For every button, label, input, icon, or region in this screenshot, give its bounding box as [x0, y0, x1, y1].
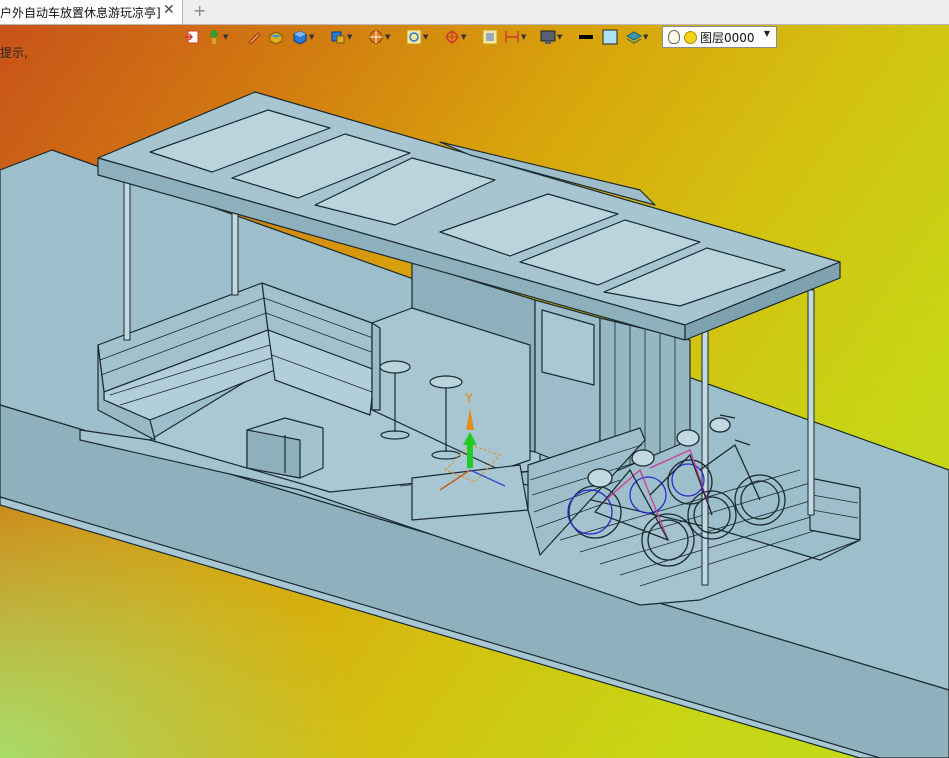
line-style-button[interactable] — [578, 27, 594, 47]
layer-name: 图层0000 — [700, 30, 755, 45]
dimension-icon — [504, 29, 520, 45]
zoom-button[interactable]: ▼ — [406, 27, 428, 47]
color-swatch-icon — [602, 29, 618, 45]
status-hint: 提示, — [0, 46, 28, 60]
chevron-down-icon[interactable]: ▼ — [423, 33, 428, 41]
layers-icon — [625, 29, 643, 45]
view-fit-button[interactable] — [482, 27, 498, 47]
cube-stack-icon — [330, 29, 346, 45]
sun-icon[interactable] — [684, 30, 697, 44]
sphere-orange-icon — [368, 29, 384, 45]
axis-y-label: Y — [464, 392, 473, 407]
sketch-button[interactable] — [246, 27, 262, 47]
lamp-button[interactable]: ▼ — [206, 27, 228, 47]
tab-bar: 户外自动车放置休息游玩凉亭] ✕ + — [0, 0, 949, 25]
dimension-button[interactable]: ▼ — [504, 27, 526, 47]
solid-button[interactable]: ▼ — [292, 27, 314, 47]
render-button[interactable]: ▼ — [368, 27, 390, 47]
tab-title: 户外自动车放置休息游玩凉亭] — [0, 6, 161, 20]
display-button[interactable]: ▼ — [540, 27, 562, 47]
view-fit-icon — [482, 29, 498, 45]
tab-document[interactable]: 户外自动车放置休息游玩凉亭] ✕ — [0, 0, 183, 24]
chevron-down-icon[interactable]: ▼ — [764, 29, 770, 38]
3d-viewport[interactable]: Y 提示, ▼ ▼ ▼ ▼ ▼ ▼ ▼ ▼ ▼ 图层0000 ▼ — [0, 0, 949, 758]
cube-blue-icon — [292, 29, 308, 45]
zoom-frame-icon — [406, 29, 422, 45]
add-tab-button[interactable]: + — [193, 1, 206, 20]
layers-button[interactable]: ▼ — [625, 27, 648, 47]
chevron-down-icon[interactable]: ▼ — [557, 33, 562, 41]
pencil-icon — [246, 29, 262, 45]
chevron-down-icon[interactable]: ▼ — [521, 33, 526, 41]
box-yellow-icon — [268, 29, 284, 45]
import-icon — [184, 29, 200, 45]
rotate-axis-icon — [444, 29, 460, 45]
color-button[interactable] — [602, 27, 618, 47]
monitor-icon — [540, 29, 556, 45]
import-button[interactable] — [184, 27, 200, 47]
close-icon[interactable]: ✕ — [163, 2, 175, 18]
line-black-icon — [578, 29, 594, 45]
rotate-button[interactable]: ▼ — [444, 27, 466, 47]
layer-select[interactable]: 图层0000 ▼ — [662, 26, 777, 48]
chevron-down-icon[interactable]: ▼ — [385, 33, 390, 41]
box-button[interactable] — [268, 27, 284, 47]
chevron-down-icon[interactable]: ▼ — [309, 33, 314, 41]
lamp-icon — [206, 29, 222, 45]
bulb-icon[interactable] — [668, 30, 680, 44]
chevron-down-icon[interactable]: ▼ — [461, 33, 466, 41]
chevron-down-icon[interactable]: ▼ — [643, 33, 648, 41]
3d-model-view[interactable]: Y — [0, 0, 949, 758]
right-planter — [809, 477, 861, 541]
chevron-down-icon[interactable]: ▼ — [223, 33, 228, 41]
assembly-button[interactable]: ▼ — [330, 27, 352, 47]
chevron-down-icon[interactable]: ▼ — [347, 33, 352, 41]
